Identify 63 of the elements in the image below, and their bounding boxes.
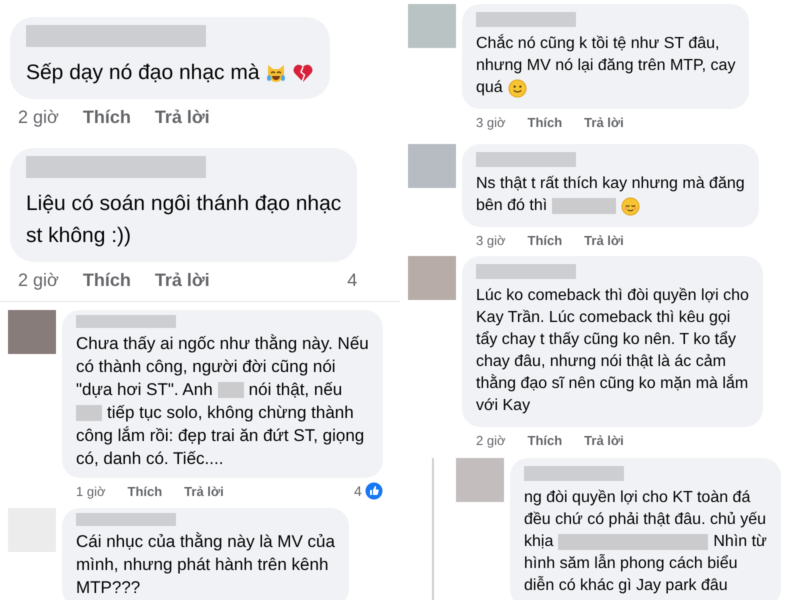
like-link[interactable]: Thích	[82, 107, 131, 128]
comment-text: hình săm lẫn phong cách biểu	[524, 553, 738, 574]
like-link[interactable]: Thích	[82, 270, 131, 291]
avatar-image[interactable]	[456, 458, 504, 502]
like-link[interactable]: Thích	[528, 115, 562, 130]
comment-time[interactable]: 3 giờ	[476, 115, 506, 130]
comment-text: chay đâu, nhưng nói thật là ác cảm	[476, 352, 726, 372]
comment-text: Lúc ko comeback thì đòi quyền lợi cho	[476, 286, 749, 306]
comment-text: nhưng MV nó lại đăng trên MTP, cay	[476, 56, 736, 76]
comment-text: Chưa thấy ai ngốc như thằng này. Nếu	[76, 333, 369, 355]
comment-time[interactable]: 1 giờ	[76, 484, 106, 498]
comment-text: công lắm rồi: đẹp trai ăn đứt ST, giọng	[76, 425, 364, 447]
comment-text: nói thật, nếu	[248, 379, 342, 401]
comment-text: quá	[476, 78, 503, 98]
like-link[interactable]: Thích	[528, 433, 562, 448]
comment-text: Chắc nó cũng k tồi tệ như ST đâu,	[476, 33, 720, 54]
comment-text: có, danh có. Tiếc....	[76, 448, 224, 470]
comment-text: đều chứ có phải thật đâu. chủ yếu	[524, 510, 766, 530]
comment-text: bên đó thì	[476, 196, 548, 216]
blurred-text	[76, 404, 102, 420]
reply-link[interactable]: Trả lời	[154, 107, 210, 128]
comment-text: mình, nhưng phát hành trên kênh	[76, 554, 328, 576]
blurred-text	[218, 382, 244, 398]
relieved-face-icon	[621, 196, 640, 216]
thumbs-up-icon[interactable]	[364, 482, 383, 500]
like-link[interactable]: Thích	[128, 484, 162, 498]
comment-text: "dựa hơi ST". Anh	[76, 379, 213, 401]
smiling-face-icon	[508, 78, 527, 98]
reply-link[interactable]: Trả lời	[154, 270, 210, 291]
comment-text: Nhìn từ	[713, 532, 767, 552]
comment-text: Cái nhục của thằng này là MV của	[76, 531, 335, 553]
comment-text: khịa	[524, 532, 554, 552]
comment-text: diễn có khác gì Jay park đâu	[524, 575, 728, 596]
reply-link[interactable]: Trả lời	[184, 484, 224, 498]
broken-heart-icon	[292, 62, 314, 84]
reply-link[interactable]: Trả lời	[584, 233, 624, 248]
comment-text: với Kay	[476, 396, 530, 416]
like-link[interactable]: Thích	[528, 233, 562, 248]
comment-text: MTP???	[76, 577, 140, 599]
reply-link[interactable]: Trả lời	[584, 115, 624, 130]
comment-time[interactable]: 3 giờ	[476, 233, 506, 248]
comment-text: thằng đạo sĩ nên cũng ko mặn mà lắm	[476, 373, 748, 394]
comment-time[interactable]: 2 giờ	[18, 270, 59, 291]
avatar-image[interactable]	[408, 256, 456, 300]
avatar-image[interactable]	[8, 310, 56, 354]
comment-text: Sếp dạy nó đạo nhạc mà	[26, 60, 260, 86]
laughing-cat-emoji-icon	[264, 62, 287, 84]
comment-text: st không :))	[26, 223, 132, 249]
reply-link[interactable]: Trả lời	[584, 433, 624, 448]
comment-text: có thành công, người đời cũng nói	[76, 356, 336, 378]
comment-text: Ns thật t rất thích kay nhưng mà đăng	[476, 174, 745, 194]
comment-text: ng đòi quyền lợi cho KT toàn đá	[524, 488, 750, 508]
avatar-image[interactable]	[408, 144, 456, 188]
comment-time[interactable]: 2 giờ	[18, 107, 59, 128]
comment-time[interactable]: 2 giờ	[476, 433, 506, 448]
avatar-image[interactable]	[408, 4, 456, 48]
comment-text: Kay Trần. Lúc comeback thì kêu gọi	[476, 308, 730, 328]
blurred-text	[552, 198, 616, 214]
comment-text: Liệu có soán ngôi thánh đạo nhạc	[26, 191, 342, 217]
comment-text: tẩy chay t thấy cũng ko nên. T ko tẩy	[476, 330, 736, 350]
reaction-count[interactable]: 4	[347, 270, 358, 291]
reaction-count[interactable]: 4	[354, 483, 362, 499]
comment-text: tiếp tục solo, không chừng thành	[107, 402, 354, 424]
